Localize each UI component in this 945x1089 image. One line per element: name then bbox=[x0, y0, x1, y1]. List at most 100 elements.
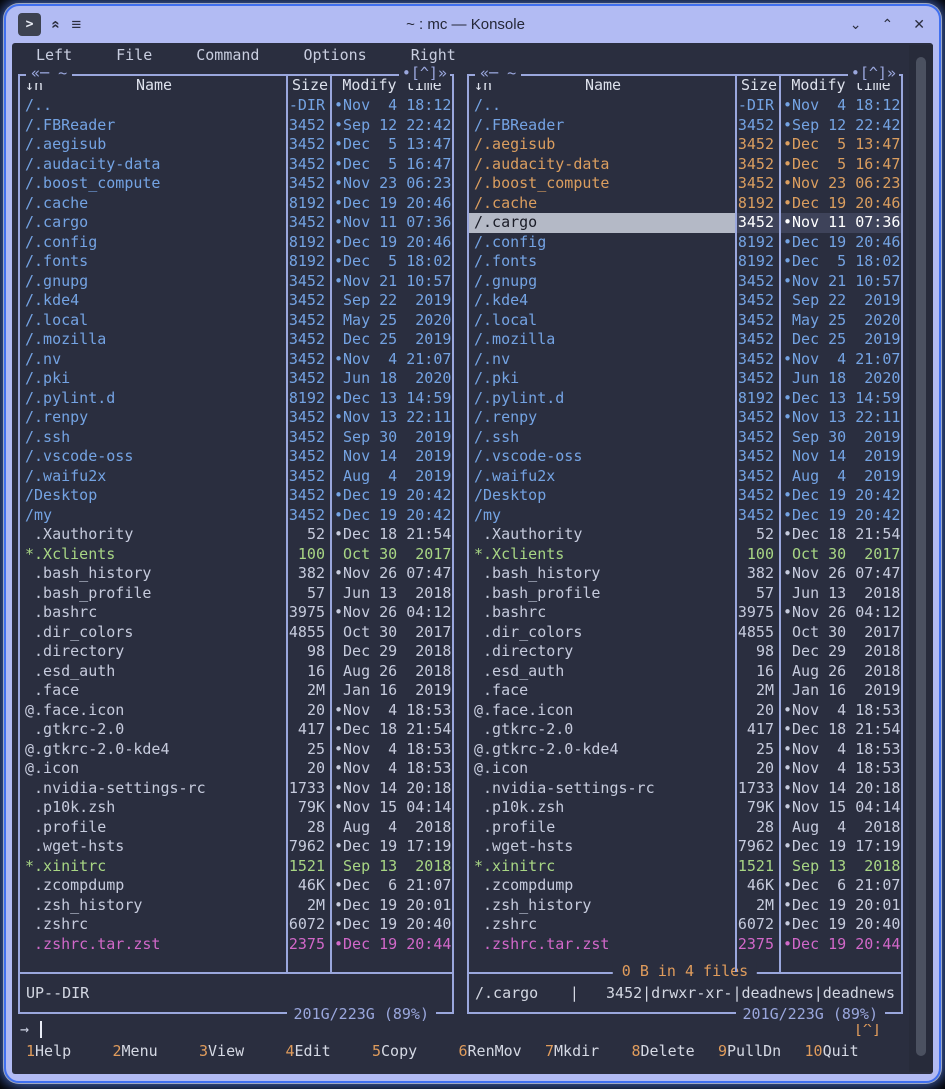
file-row[interactable]: /.boost_compute3452•Nov 23 06:23 bbox=[20, 174, 452, 194]
file-row[interactable]: .p10k.zsh79K•Nov 15 04:14 bbox=[20, 798, 452, 818]
file-row[interactable]: .p10k.zsh79K•Nov 15 04:14 bbox=[469, 798, 901, 818]
file-row[interactable]: .zshrc6072•Dec 19 20:40 bbox=[469, 915, 901, 935]
konsole-app-icon[interactable]: > bbox=[18, 13, 41, 36]
file-row[interactable]: /my3452•Dec 19 20:42 bbox=[469, 506, 901, 526]
file-row[interactable]: .zcompdump46K•Dec 6 21:07 bbox=[469, 876, 901, 896]
file-row[interactable]: .nvidia-settings-rc1733•Nov 14 20:18 bbox=[20, 779, 452, 799]
close-button[interactable]: ✕ bbox=[913, 16, 925, 33]
file-row[interactable]: /.cache8192•Dec 19 20:46 bbox=[20, 194, 452, 214]
file-row[interactable]: /.aegisub3452•Dec 5 13:47 bbox=[20, 135, 452, 155]
file-row[interactable]: /.nv3452•Nov 4 21:07 bbox=[20, 350, 452, 370]
file-row[interactable]: .profile28 Aug 4 2018 bbox=[469, 818, 901, 838]
fkey-renmov-button[interactable]: 6RenMov bbox=[459, 1042, 546, 1066]
file-row[interactable]: /.fonts8192•Dec 5 18:02 bbox=[469, 252, 901, 272]
fkey-copy-button[interactable]: 5Copy bbox=[372, 1042, 459, 1066]
file-row[interactable]: /.pki3452 Jun 18 2020 bbox=[20, 369, 452, 389]
file-row[interactable]: .nvidia-settings-rc1733•Nov 14 20:18 bbox=[469, 779, 901, 799]
file-row[interactable]: .profile28 Aug 4 2018 bbox=[20, 818, 452, 838]
file-row[interactable]: /.boost_compute3452•Nov 23 06:23 bbox=[469, 174, 901, 194]
file-row[interactable]: .Xauthority52•Dec 18 21:54 bbox=[469, 525, 901, 545]
file-row[interactable]: @.icon20•Nov 4 18:53 bbox=[20, 759, 452, 779]
left-panel-path[interactable]: «─ ~ bbox=[26, 64, 72, 83]
file-row[interactable]: .zsh_history2M•Dec 19 20:01 bbox=[469, 896, 901, 916]
file-row[interactable]: *.Xclients100 Oct 30 2017 bbox=[20, 545, 452, 565]
file-row[interactable]: .directory98 Dec 29 2018 bbox=[20, 642, 452, 662]
file-row[interactable]: /.cargo3452•Nov 11 07:36 bbox=[469, 213, 901, 233]
size-column-header[interactable]: Size bbox=[737, 76, 781, 96]
file-row[interactable]: /.vscode-oss3452 Nov 14 2019 bbox=[469, 447, 901, 467]
file-row[interactable]: .zshrc.tar.zst2375•Dec 19 20:44 bbox=[469, 935, 901, 955]
file-row[interactable]: @.face.icon20•Nov 4 18:53 bbox=[469, 701, 901, 721]
file-row[interactable]: /..-DIR•Nov 4 18:12 bbox=[20, 96, 452, 116]
fkey-edit-button[interactable]: 4Edit bbox=[286, 1042, 373, 1066]
size-column-header[interactable]: Size bbox=[288, 76, 332, 96]
file-row[interactable]: .gtkrc-2.0417•Dec 18 21:54 bbox=[469, 720, 901, 740]
file-row[interactable]: .dir_colors4855 Oct 30 2017 bbox=[20, 623, 452, 643]
file-row[interactable]: /.cache8192•Dec 19 20:46 bbox=[469, 194, 901, 214]
file-row[interactable]: /.fonts8192•Dec 5 18:02 bbox=[20, 252, 452, 272]
file-row[interactable]: .bash_profile57 Jun 13 2018 bbox=[20, 584, 452, 604]
maximize-button[interactable]: ⌃ bbox=[882, 16, 894, 33]
fkey-pulldn-button[interactable]: 9PullDn bbox=[718, 1042, 805, 1066]
file-row[interactable]: .bash_profile57 Jun 13 2018 bbox=[469, 584, 901, 604]
file-row[interactable]: *.xinitrc1521 Sep 13 2018 bbox=[20, 857, 452, 877]
menu-command[interactable]: Command bbox=[196, 46, 259, 68]
file-row[interactable]: .gtkrc-2.0417•Dec 18 21:54 bbox=[20, 720, 452, 740]
file-row[interactable]: /.gnupg3452•Nov 21 10:57 bbox=[20, 272, 452, 292]
file-row[interactable]: .Xauthority52•Dec 18 21:54 bbox=[20, 525, 452, 545]
file-row[interactable]: /.ssh3452 Sep 30 2019 bbox=[469, 428, 901, 448]
keep-above-icon[interactable]: « bbox=[48, 20, 65, 28]
file-row[interactable]: .directory98 Dec 29 2018 bbox=[469, 642, 901, 662]
file-row[interactable]: /.nv3452•Nov 4 21:07 bbox=[469, 350, 901, 370]
file-row[interactable]: @.face.icon20•Nov 4 18:53 bbox=[20, 701, 452, 721]
file-row[interactable]: /.FBReader3452•Sep 12 22:42 bbox=[469, 116, 901, 136]
file-row[interactable]: .face2M Jan 16 2019 bbox=[20, 681, 452, 701]
fkey-quit-button[interactable]: 10Quit bbox=[805, 1042, 892, 1066]
file-row[interactable]: .dir_colors4855 Oct 30 2017 bbox=[469, 623, 901, 643]
file-row[interactable]: @.gtkrc-2.0-kde425•Nov 4 18:53 bbox=[20, 740, 452, 760]
menu-file[interactable]: File bbox=[116, 46, 152, 68]
file-row[interactable]: .wget-hsts7962•Dec 19 17:19 bbox=[469, 837, 901, 857]
file-row[interactable]: .zshrc.tar.zst2375•Dec 19 20:44 bbox=[20, 935, 452, 955]
file-row[interactable]: /.config8192•Dec 19 20:46 bbox=[20, 233, 452, 253]
fkey-mkdir-button[interactable]: 7Mkdir bbox=[545, 1042, 632, 1066]
file-row[interactable]: /.kde43452 Sep 22 2019 bbox=[20, 291, 452, 311]
right-panel-scroll-button[interactable]: •[^]» bbox=[848, 64, 899, 83]
fkey-delete-button[interactable]: 8Delete bbox=[632, 1042, 719, 1066]
file-row[interactable]: /.ssh3452 Sep 30 2019 bbox=[20, 428, 452, 448]
file-row[interactable]: /.config8192•Dec 19 20:46 bbox=[469, 233, 901, 253]
file-row[interactable]: @.gtkrc-2.0-kde425•Nov 4 18:53 bbox=[469, 740, 901, 760]
file-row[interactable]: /Desktop3452•Dec 19 20:42 bbox=[469, 486, 901, 506]
file-row[interactable]: .zsh_history2M•Dec 19 20:01 bbox=[20, 896, 452, 916]
file-row[interactable]: /.cargo3452•Nov 11 07:36 bbox=[20, 213, 452, 233]
file-row[interactable]: /.mozilla3452 Dec 25 2019 bbox=[469, 330, 901, 350]
file-row[interactable]: /.renpy3452•Nov 13 22:11 bbox=[20, 408, 452, 428]
text-cursor[interactable] bbox=[40, 1021, 42, 1038]
minimize-button[interactable]: ⌄ bbox=[850, 16, 862, 33]
file-row[interactable]: /.gnupg3452•Nov 21 10:57 bbox=[469, 272, 901, 292]
file-row[interactable]: @.icon20•Nov 4 18:53 bbox=[469, 759, 901, 779]
scrollbar-thumb[interactable] bbox=[916, 57, 926, 1056]
file-row[interactable]: .face2M Jan 16 2019 bbox=[469, 681, 901, 701]
file-row[interactable]: /.vscode-oss3452 Nov 14 2019 bbox=[20, 447, 452, 467]
left-panel-scroll-button[interactable]: •[^]» bbox=[399, 64, 450, 83]
file-row[interactable]: /..-DIR•Nov 4 18:12 bbox=[469, 96, 901, 116]
fkey-help-button[interactable]: 1Help bbox=[26, 1042, 113, 1066]
file-row[interactable]: /.mozilla3452 Dec 25 2019 bbox=[20, 330, 452, 350]
file-row[interactable]: *.Xclients100 Oct 30 2017 bbox=[469, 545, 901, 565]
file-row[interactable]: .esd_auth16 Aug 26 2018 bbox=[20, 662, 452, 682]
file-row[interactable]: /.waifu2x3452 Aug 4 2019 bbox=[20, 467, 452, 487]
file-row[interactable]: /.local3452 May 25 2020 bbox=[20, 311, 452, 331]
file-row[interactable]: /.audacity-data3452•Dec 5 16:47 bbox=[469, 155, 901, 175]
file-row[interactable]: /.local3452 May 25 2020 bbox=[469, 311, 901, 331]
file-row[interactable]: /.pylint.d8192•Dec 13 14:59 bbox=[469, 389, 901, 409]
file-row[interactable]: /.kde43452 Sep 22 2019 bbox=[469, 291, 901, 311]
fkey-view-button[interactable]: 3View bbox=[199, 1042, 286, 1066]
file-row[interactable]: *.xinitrc1521 Sep 13 2018 bbox=[469, 857, 901, 877]
right-panel-path[interactable]: «─ ~ bbox=[475, 64, 521, 83]
title-bar[interactable]: > « ≡ ~ : mc — Konsole ⌄ ⌃ ✕ bbox=[6, 6, 939, 43]
file-row[interactable]: .bash_history382•Nov 26 07:47 bbox=[20, 564, 452, 584]
file-row[interactable]: /Desktop3452•Dec 19 20:42 bbox=[20, 486, 452, 506]
file-row[interactable]: /.pylint.d8192•Dec 13 14:59 bbox=[20, 389, 452, 409]
file-row[interactable]: /.renpy3452•Nov 13 22:11 bbox=[469, 408, 901, 428]
